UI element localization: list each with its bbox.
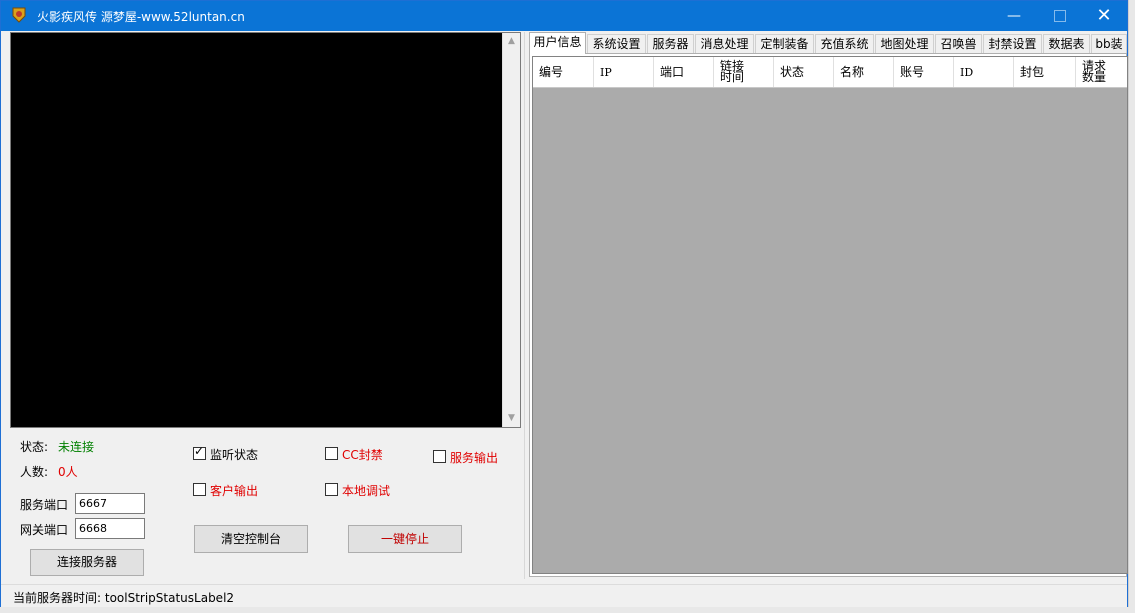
col-header-status[interactable]: 状态 xyxy=(774,57,834,87)
console-output[interactable]: ▲ ▼ xyxy=(10,32,521,428)
cc-ban-checkbox-label[interactable]: CC封禁 xyxy=(342,446,383,463)
count-label: 人数: xyxy=(20,465,49,479)
user-info-panel: 编号 IP 端口 链接 时间 状态 名称 账号 ID 封包 请求 数量 xyxy=(529,53,1128,577)
count-value: 0人 xyxy=(58,465,78,479)
client-output-checkbox-label[interactable]: 客户输出 xyxy=(210,482,258,499)
app-icon xyxy=(11,7,27,23)
server-output-checkbox-label[interactable]: 服务输出 xyxy=(450,449,498,466)
main-window: 火影疾风传 源梦屋-www.52luntan.cn — ✕ ▲ ▼ 状态: 未连… xyxy=(0,0,1128,607)
tab-server[interactable]: 服务器 xyxy=(647,34,694,53)
col-header-port[interactable]: 端口 xyxy=(654,57,714,87)
tab-summons[interactable]: 召唤兽 xyxy=(935,34,982,53)
tab-data-table[interactable]: 数据表 xyxy=(1043,34,1090,53)
listen-checkbox[interactable]: ✓ xyxy=(193,444,206,460)
server-port-label: 服务端口 xyxy=(20,498,69,512)
col-header-name[interactable]: 名称 xyxy=(834,57,894,87)
gateway-port-input[interactable]: 6668 xyxy=(75,518,145,539)
status-value: 未连接 xyxy=(58,440,95,454)
scroll-up-icon[interactable]: ▲ xyxy=(503,33,520,50)
console-scrollbar[interactable]: ▲ ▼ xyxy=(502,33,520,427)
desktop-background xyxy=(1128,0,1135,613)
tab-strip: 用户信息 系统设置 服务器 消息处理 定制装备 充值系统 地图处理 召唤兽 封禁… xyxy=(529,32,1127,54)
tab-message-handling[interactable]: 消息处理 xyxy=(695,34,754,53)
stop-all-button[interactable]: 一键停止 xyxy=(348,525,462,553)
col-header-ip[interactable]: IP xyxy=(594,57,654,87)
local-debug-checkbox[interactable] xyxy=(325,483,338,496)
tab-recharge-system[interactable]: 充值系统 xyxy=(815,34,874,53)
col-header-connect-time[interactable]: 链接 时间 xyxy=(714,57,774,87)
title-bar[interactable]: 火影疾风传 源梦屋-www.52luntan.cn — ✕ xyxy=(1,1,1127,31)
col-header-user-id[interactable]: ID xyxy=(954,57,1014,87)
tab-user-info[interactable]: 用户信息 xyxy=(529,32,586,54)
col-header-packet[interactable]: 封包 xyxy=(1014,57,1076,87)
col-header-account[interactable]: 账号 xyxy=(894,57,954,87)
cc-ban-checkbox[interactable] xyxy=(325,447,338,460)
close-icon: ✕ xyxy=(1096,5,1112,26)
client-output-checkbox[interactable] xyxy=(193,483,206,496)
connect-server-button[interactable]: 连接服务器 xyxy=(30,549,144,576)
tab-system-settings[interactable]: 系统设置 xyxy=(587,34,646,53)
desktop-background-bottom xyxy=(0,607,1135,613)
window-title: 火影疾风传 源梦屋-www.52luntan.cn xyxy=(37,10,245,24)
gateway-port-label: 网关端口 xyxy=(20,523,69,537)
tab-map-handling[interactable]: 地图处理 xyxy=(875,34,934,53)
tab-bb-equipment[interactable]: bb装 xyxy=(1091,34,1127,53)
server-port-input[interactable]: 6667 xyxy=(75,493,145,514)
maximize-icon xyxy=(1054,10,1066,22)
col-header-id-number[interactable]: 编号 xyxy=(533,57,594,87)
user-grid[interactable]: 编号 IP 端口 链接 时间 状态 名称 账号 ID 封包 请求 数量 xyxy=(532,56,1128,574)
close-button[interactable]: ✕ xyxy=(1081,1,1127,31)
panel-splitter[interactable] xyxy=(524,32,525,579)
local-debug-checkbox-label[interactable]: 本地调试 xyxy=(342,482,390,499)
grid-header: 编号 IP 端口 链接 时间 状态 名称 账号 ID 封包 请求 数量 xyxy=(533,57,1127,88)
minimize-button[interactable]: — xyxy=(991,1,1037,31)
tab-custom-equipment[interactable]: 定制装备 xyxy=(755,34,814,53)
server-time-status: 当前服务器时间: toolStripStatusLabel2 xyxy=(13,591,235,605)
clear-console-button[interactable]: 清空控制台 xyxy=(194,525,308,553)
col-header-request-count[interactable]: 请求 数量 xyxy=(1076,57,1127,87)
minimize-icon: — xyxy=(1007,8,1021,24)
scroll-down-icon[interactable]: ▼ xyxy=(503,410,520,427)
listen-checkbox-label[interactable]: 监听状态 xyxy=(210,446,258,463)
status-bar: 当前服务器时间: toolStripStatusLabel2 xyxy=(1,584,1127,607)
server-output-checkbox[interactable] xyxy=(433,450,446,463)
status-label: 状态: xyxy=(20,440,49,454)
tab-ban-settings[interactable]: 封禁设置 xyxy=(983,34,1042,53)
check-icon: ✓ xyxy=(194,444,205,458)
maximize-button[interactable] xyxy=(1037,1,1083,31)
